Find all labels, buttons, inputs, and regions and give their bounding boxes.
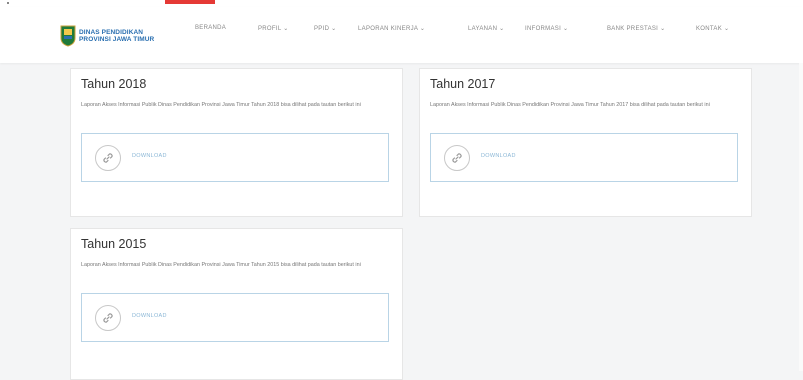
card-description: Laporan Akses Informasi Publik Dinas Pen… xyxy=(81,102,361,108)
card-title: Tahun 2018 xyxy=(81,77,147,91)
nav-ppid[interactable]: PPID ⌄ xyxy=(314,25,337,32)
nav-informasi[interactable]: INFORMASI ⌄ xyxy=(525,25,568,32)
nav-bank-prestasi[interactable]: BANK PRESTASI ⌄ xyxy=(607,25,665,32)
download-box[interactable]: DOWNLOAD xyxy=(81,293,389,342)
top-strip xyxy=(0,0,803,7)
logo-line-1: DINAS PENDIDIKAN xyxy=(79,28,144,36)
page-edge xyxy=(799,63,803,371)
card-2017: Tahun 2017 Laporan Akses Informasi Publi… xyxy=(419,68,752,217)
emblem-logo-icon xyxy=(60,25,76,47)
nav-profil[interactable]: PROFIL ⌄ xyxy=(258,25,289,32)
card-title: Tahun 2017 xyxy=(430,77,496,91)
card-description: Laporan Akses Informasi Publik Dinas Pen… xyxy=(81,262,361,268)
download-link[interactable]: DOWNLOAD xyxy=(132,153,167,159)
card-2015: Tahun 2015 Laporan Akses Informasi Publi… xyxy=(70,228,403,380)
download-box[interactable]: DOWNLOAD xyxy=(81,133,389,182)
nav-layanan[interactable]: LAYANAN ⌄ xyxy=(468,25,505,32)
link-icon xyxy=(95,305,121,331)
nav-laporan-kinerja[interactable]: LAPORAN KINERJA ⌄ xyxy=(358,25,425,32)
dot-marker xyxy=(7,2,9,4)
logo-line-2: PROVINSI JAWA TIMUR xyxy=(79,36,155,43)
card-title: Tahun 2015 xyxy=(81,237,147,251)
card-description: Laporan Akses Informasi Publik Dinas Pen… xyxy=(430,102,710,108)
download-link[interactable]: DOWNLOAD xyxy=(132,313,167,319)
navbar: DINAS PENDIDIKAN PROVINSI JAWA TIMUR BER… xyxy=(0,7,803,63)
red-highlight-mark xyxy=(165,0,215,4)
link-icon xyxy=(95,145,121,171)
card-2018: Tahun 2018 Laporan Akses Informasi Publi… xyxy=(70,68,403,217)
nav-kontak[interactable]: KONTAK ⌄ xyxy=(696,25,729,32)
nav-beranda[interactable]: BERANDA xyxy=(195,25,226,31)
download-box[interactable]: DOWNLOAD xyxy=(430,133,738,182)
download-link[interactable]: DOWNLOAD xyxy=(481,153,516,159)
link-icon xyxy=(444,145,470,171)
site-logo[interactable]: DINAS PENDIDIKAN PROVINSI JAWA TIMUR xyxy=(60,25,154,47)
